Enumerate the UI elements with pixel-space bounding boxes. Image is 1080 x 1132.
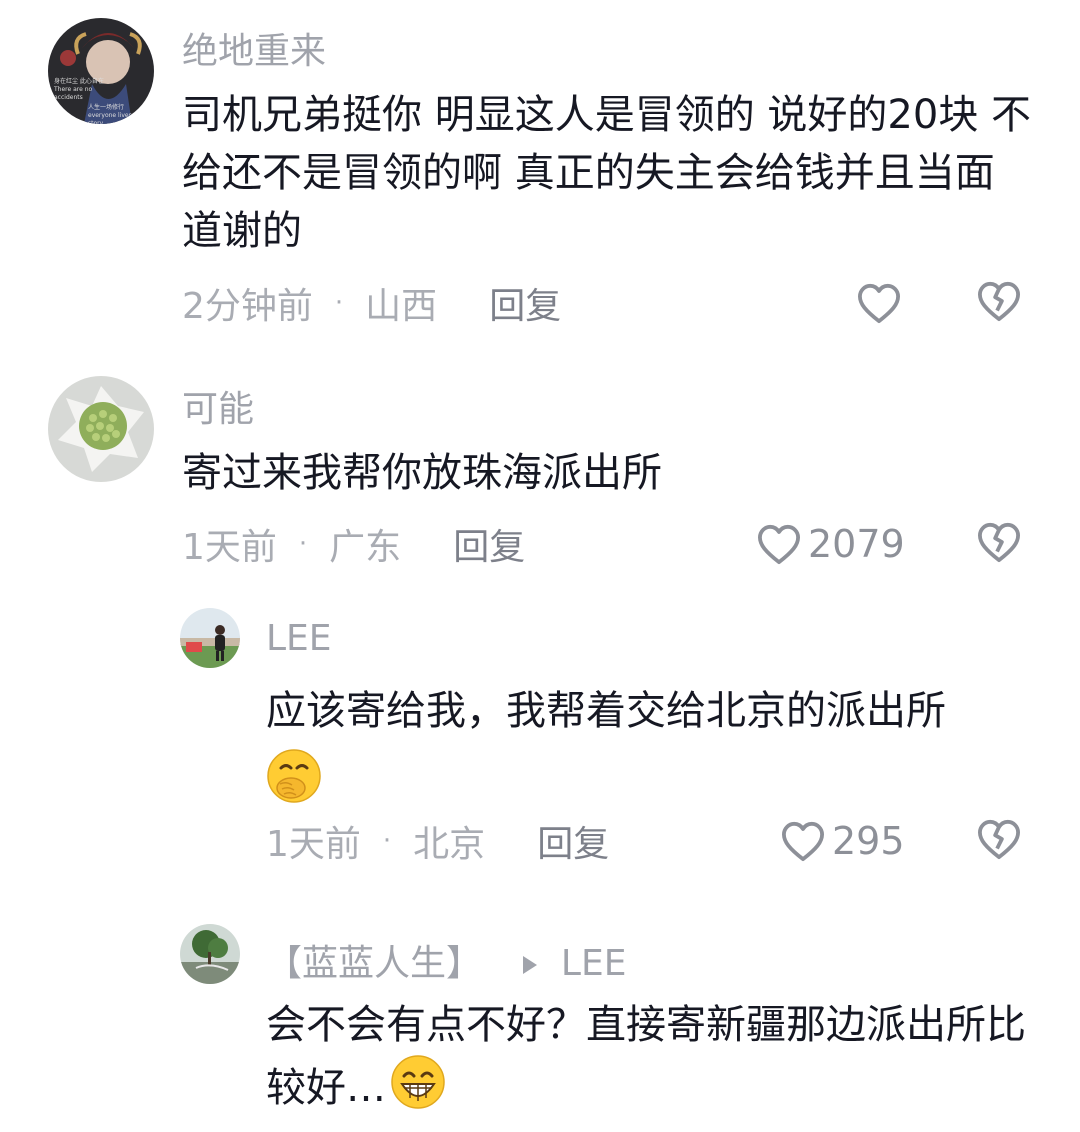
like-count: 295 (832, 819, 905, 863)
broken-heart-icon (978, 281, 1020, 322)
comment-text: 司机兄弟挺你 明显这人是冒领的 说好的20块 不给还不是冒领的啊 真正的失主会给… (182, 92, 1032, 254)
comment-time: 1天前 (182, 527, 277, 568)
avatar[interactable]: 身在红尘 此心自在 There are no accidents 人生一场修行 … (48, 18, 154, 124)
comment-time: 1天前 (266, 824, 361, 865)
comment-text-content: 会不会有点不好？直接寄新疆那边派出所比较好… (266, 1002, 1026, 1111)
separator-dot: · (298, 529, 308, 559)
comment-text: 寄过来我帮你放珠海派出所 (182, 450, 662, 496)
grinning-emoji (390, 1054, 446, 1126)
like-button[interactable] (856, 280, 902, 326)
avatar[interactable] (48, 376, 154, 482)
like-count: 2079 (808, 522, 905, 566)
comment-username[interactable]: 绝地重来 (182, 22, 326, 74)
face-hand-over-mouth-emoji (266, 748, 1036, 820)
avatar[interactable] (180, 608, 240, 668)
heart-outline-icon (858, 283, 900, 324)
dislike-button[interactable] (976, 280, 1022, 326)
separator-dot: · (334, 288, 344, 318)
like-button[interactable]: 295 (780, 818, 905, 864)
comment-time: 2分钟前 (182, 286, 313, 327)
dislike-button[interactable] (976, 521, 1022, 567)
reply-button[interactable]: 回复 (537, 815, 609, 867)
avatar-caption: 人生一场修行 everyone lives a story (88, 104, 138, 124)
comment-meta: 1天前 · 广东 回复 (182, 518, 525, 570)
comment-text-content: 应该寄给我，我帮着交给北京的派出所 (266, 688, 946, 734)
comment-meta: 1天前 · 北京 回复 (266, 815, 609, 867)
comment-username[interactable]: 可能 (182, 380, 254, 432)
comment-username: 【蓝蓝人生】 LEE (266, 934, 626, 986)
comment-text: 会不会有点不好？直接寄新疆那边派出所比较好… (266, 996, 1036, 1126)
comment-username[interactable]: LEE (266, 618, 332, 659)
heart-outline-icon (758, 524, 800, 565)
avatar-caption: 身在红尘 此心自在 There are no accidents (54, 78, 104, 101)
dislike-button[interactable] (976, 818, 1022, 864)
separator-dot: · (382, 826, 392, 856)
broken-heart-icon (978, 819, 1020, 860)
like-button[interactable]: 2079 (756, 521, 905, 567)
reply-button[interactable]: 回复 (453, 518, 525, 570)
comment-location: 广东 (329, 527, 402, 568)
comment-location: 山西 (365, 286, 438, 327)
reply-target-username[interactable]: LEE (561, 943, 627, 984)
heart-outline-icon (782, 821, 824, 862)
comment-location: 北京 (413, 824, 486, 865)
reply-button[interactable]: 回复 (489, 277, 561, 329)
comment-username-text[interactable]: 【蓝蓝人生】 (266, 943, 482, 984)
avatar[interactable] (180, 924, 240, 984)
broken-heart-icon (978, 522, 1020, 563)
reply-arrow-icon (523, 956, 538, 974)
comment-meta: 2分钟前 · 山西 回复 (182, 277, 561, 329)
comment-text: 应该寄给我，我帮着交给北京的派出所 (266, 682, 1036, 820)
